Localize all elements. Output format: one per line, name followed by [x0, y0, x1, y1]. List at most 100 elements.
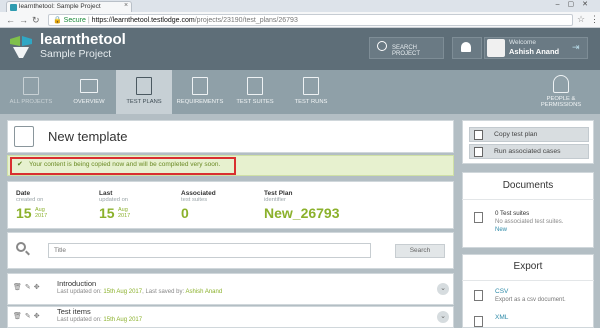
- logout-icon[interactable]: ⇥: [572, 42, 580, 53]
- divider: [462, 280, 594, 281]
- tab-all-projects[interactable]: ALL PROJECTS: [0, 70, 62, 114]
- back-icon[interactable]: ←: [6, 15, 15, 25]
- row-date: 15th Aug 2017: [103, 317, 143, 323]
- stat-value: 0: [181, 205, 189, 221]
- window-controls[interactable]: –▢✕: [556, 0, 596, 8]
- tab-label: TEST SUITES: [236, 99, 274, 105]
- copy-test-plan-button[interactable]: Copy test plan: [469, 127, 589, 142]
- documents-empty-text: No associated test suites.: [495, 219, 564, 225]
- tab-test-plans[interactable]: TEST PLANS: [116, 70, 172, 114]
- logo-icon[interactable]: [10, 36, 32, 58]
- xml-file-icon: [474, 316, 483, 327]
- document-icon: [192, 77, 208, 95]
- tab-title: learnthetool: Sample Project: [19, 3, 101, 10]
- stats-panel: [7, 181, 454, 229]
- monitor-icon: [80, 79, 98, 93]
- tab-label: ALL PROJECTS: [9, 99, 53, 105]
- test-plan-icon: [136, 77, 152, 95]
- documents-count: 0 Test suites: [495, 210, 530, 217]
- document-icon: [474, 212, 483, 223]
- test-run-icon: [303, 77, 319, 95]
- tab-overview[interactable]: OVERVIEW: [62, 70, 116, 114]
- stat-year: 2017: [35, 213, 48, 219]
- user-name: Ashish Anand: [509, 47, 560, 56]
- edit-icon[interactable]: ✎: [25, 284, 34, 291]
- tab-label: TEST RUNS: [294, 99, 328, 105]
- edit-icon[interactable]: ✎: [25, 313, 34, 320]
- welcome-text: Welcome: [509, 39, 536, 46]
- tab-requirements[interactable]: REQUIREMENTS: [172, 70, 228, 114]
- delete-icon[interactable]: 🗑: [13, 313, 25, 320]
- csv-export-link[interactable]: CSV: [495, 288, 508, 295]
- export-title: Export: [513, 261, 543, 272]
- chevron-down-icon[interactable]: ⌄: [437, 283, 449, 295]
- new-link[interactable]: New: [495, 227, 507, 233]
- row-saved-label: , Last saved by:: [142, 289, 185, 295]
- url-path: /projects/23190/test_plans/26793: [194, 17, 298, 24]
- browser-tab[interactable]: learnthetool: Sample Project ×: [6, 1, 132, 12]
- alert-text: Your content is being copied now and wil…: [29, 161, 221, 168]
- csv-description: Export as a csv document.: [495, 297, 566, 303]
- button-label: Copy test plan: [494, 131, 538, 138]
- browser-menu-icon[interactable]: ⋮: [590, 14, 599, 25]
- run-icon: [474, 147, 483, 157]
- favicon-icon: [10, 4, 17, 11]
- stat-value: 15: [99, 205, 115, 221]
- divider: [462, 199, 594, 200]
- person-icon: [553, 75, 569, 93]
- tab-test-runs[interactable]: TEST RUNS: [282, 70, 340, 114]
- title-search-input[interactable]: [48, 243, 371, 258]
- brand-name[interactable]: learnthetool: [40, 31, 126, 48]
- chevron-down-icon[interactable]: ⌄: [437, 311, 449, 323]
- xml-export-link[interactable]: XML: [495, 314, 508, 321]
- search-project-label: SEARCH PROJECT: [392, 45, 421, 57]
- button-label: Run associated cases: [494, 148, 561, 155]
- address-bar: ← → ↻ 🔒 Secure | https://learnthetool.te…: [0, 12, 600, 28]
- tab-label: TEST PLANS: [126, 99, 162, 105]
- lock-icon: 🔒: [53, 17, 62, 24]
- plan-identifier: New_26793: [264, 205, 340, 221]
- row-actions[interactable]: 🗑✎✥: [13, 283, 43, 291]
- tab-test-suites[interactable]: TEST SUITES: [228, 70, 282, 114]
- move-icon[interactable]: ✥: [34, 313, 43, 320]
- reload-icon[interactable]: ↻: [32, 15, 40, 26]
- bookmark-star-icon[interactable]: ☆: [577, 14, 585, 25]
- tab-label-line2: PERMISSIONS: [540, 102, 582, 108]
- search-button[interactable]: Search: [395, 244, 445, 258]
- row-meta-prefix: Last updated on:: [57, 317, 102, 323]
- run-associated-cases-button[interactable]: Run associated cases: [469, 144, 589, 159]
- stat-sublabel: identifier: [264, 197, 286, 203]
- stat-sublabel: updated on: [99, 197, 129, 203]
- folder-icon: [23, 77, 39, 95]
- template-icon: [14, 126, 34, 147]
- row-title[interactable]: Introduction: [57, 279, 96, 288]
- avatar: [487, 39, 505, 57]
- project-name: Sample Project: [40, 48, 112, 60]
- row-saved-by: Ashish Anand: [185, 289, 223, 295]
- check-icon: ✔: [17, 161, 23, 168]
- row-meta-prefix: Last updated on:: [57, 289, 102, 295]
- stat-label: Associated: [181, 190, 216, 197]
- tab-label: REQUIREMENTS: [176, 99, 224, 105]
- close-tab-icon[interactable]: ×: [124, 2, 128, 9]
- bell-icon: [461, 42, 471, 52]
- url-host: https://learnthetool.testlodge.com: [91, 17, 195, 24]
- search-icon: [377, 41, 387, 51]
- delete-icon[interactable]: 🗑: [13, 284, 25, 291]
- stat-sublabel: test suites: [181, 197, 208, 203]
- url-input[interactable]: 🔒 Secure | https://learnthetool.testlodg…: [48, 14, 573, 26]
- forward-icon[interactable]: →: [19, 15, 28, 25]
- stat-label: Last: [99, 190, 113, 197]
- stat-label: Date: [16, 190, 31, 197]
- stat-year: 2017: [118, 213, 131, 219]
- stat-label: Test Plan: [264, 190, 293, 197]
- move-icon[interactable]: ✥: [34, 284, 43, 291]
- page-title: New template: [48, 129, 128, 144]
- tab-people-permissions[interactable]: PEOPLE & PERMISSIONS: [526, 70, 596, 114]
- row-title[interactable]: Test items: [57, 307, 91, 316]
- checklist-icon: [247, 77, 263, 95]
- stat-value: 15: [16, 205, 32, 221]
- row-actions[interactable]: 🗑✎✥: [13, 312, 43, 320]
- stat-sublabel: created on: [16, 197, 44, 203]
- secure-label: Secure: [63, 17, 86, 24]
